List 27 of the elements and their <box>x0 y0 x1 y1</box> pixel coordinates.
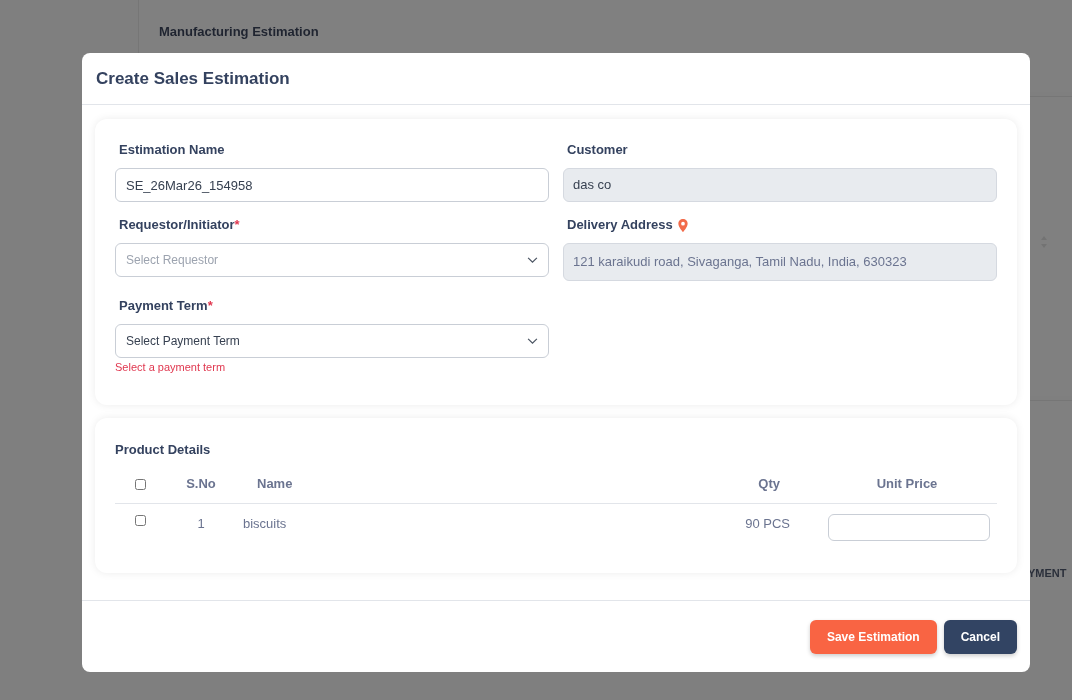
price-input[interactable] <box>828 513 990 541</box>
readonly-field: 121 karaikudi road, Sivaganga, Tamil Nadu, India, 630323 <box>563 243 997 281</box>
text-field[interactable]: SE_26Mar26_154958 <box>115 168 549 202</box>
readonly-field: das co <box>563 168 997 202</box>
column-header: Unit Price <box>876 476 938 492</box>
cancel-button[interactable]: Cancel <box>943 619 1017 654</box>
column-header: Name <box>257 476 293 492</box>
checkbox[interactable] <box>134 514 146 526</box>
dropdown-field[interactable]: Select Payment Term <box>115 324 549 358</box>
page-title: Manufacturing Estimation <box>159 23 319 41</box>
column-header: YMENT <box>1028 566 1067 581</box>
field-label: Payment Term* <box>119 297 213 316</box>
chevron-down-icon <box>527 256 538 264</box>
field-label: Requestor/Initiator* <box>119 216 240 235</box>
field-label: Estimation Name <box>119 141 225 160</box>
section-title: Product Details <box>115 441 212 459</box>
field-label: Delivery Address <box>567 216 673 235</box>
table-cell: 90 PCS <box>745 515 790 531</box>
checkbox[interactable] <box>134 478 146 490</box>
dialog-title: Create Sales Estimation <box>96 67 290 90</box>
error-message: Select a payment term <box>115 360 227 375</box>
chevron-down-icon <box>527 337 538 345</box>
column-header: Qty <box>758 476 780 492</box>
table-cell-text: 1 <box>197 514 205 533</box>
table-cell: biscuits <box>243 515 287 531</box>
field-label: Customer <box>567 141 628 160</box>
column-header: S.No <box>186 475 216 494</box>
